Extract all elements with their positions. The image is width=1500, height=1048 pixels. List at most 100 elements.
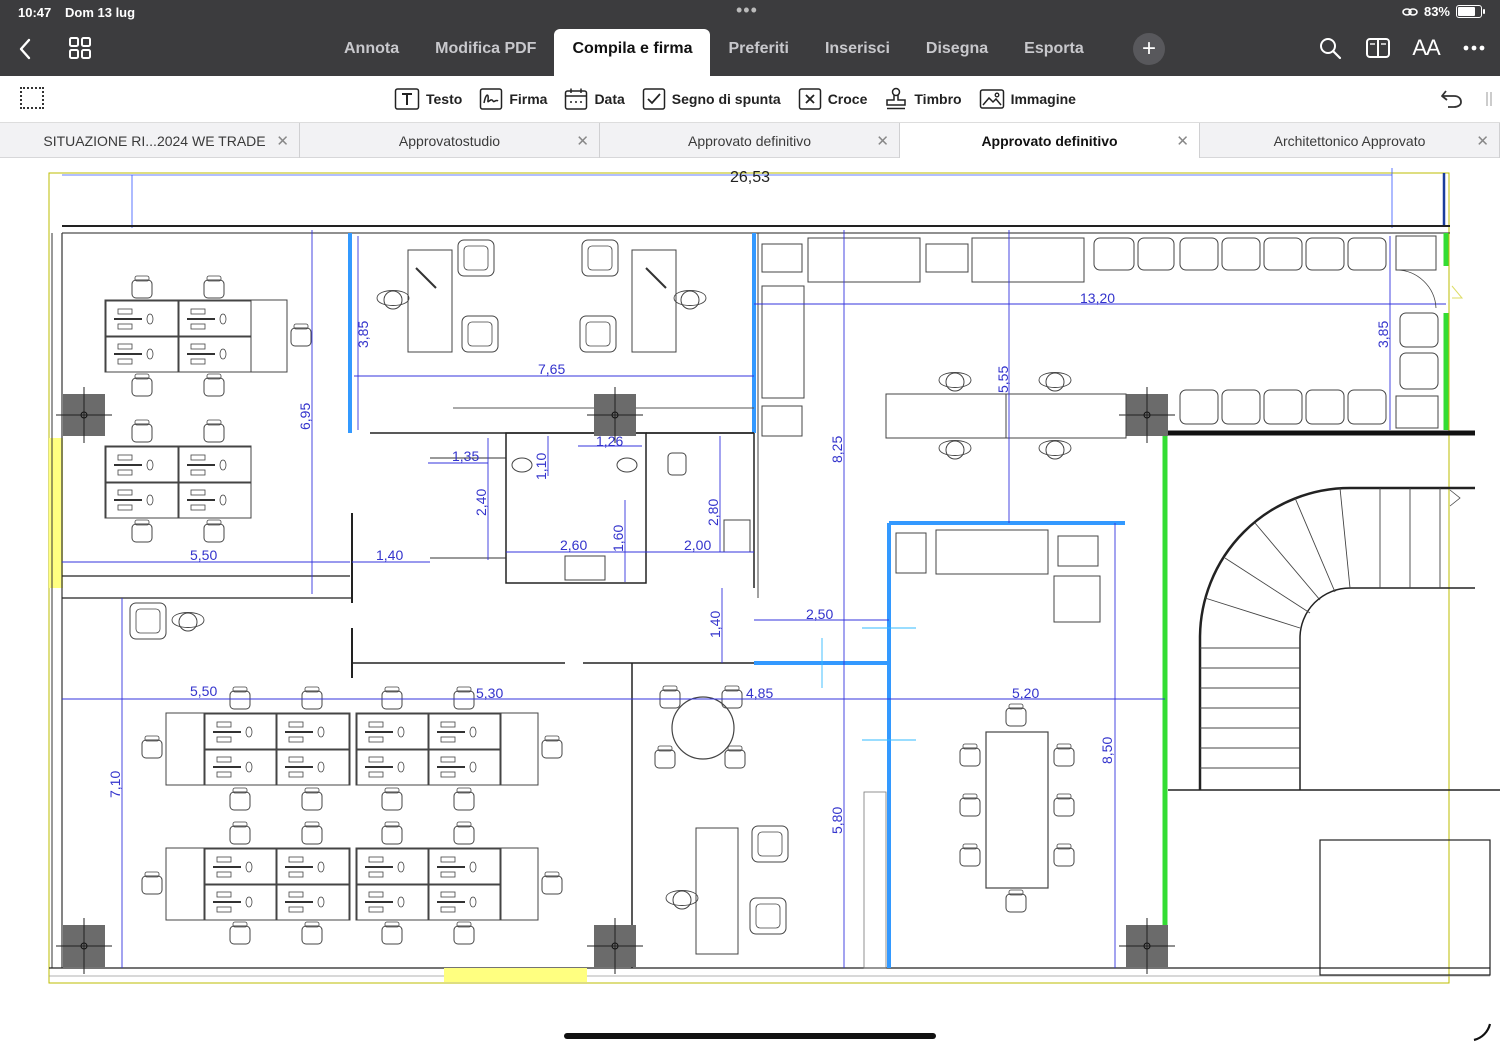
tab-modifica-pdf[interactable]: Modifica PDF [417,29,554,76]
dimension-label: 2,40 [473,489,489,516]
text-size-button[interactable]: AA [1412,34,1440,62]
document-tabs: SITUAZIONE RI...2024 WE TRADE ✕ Approvato… [0,123,1500,158]
book-icon [1366,38,1390,58]
tab-esporta[interactable]: Esporta [1006,29,1102,76]
chevron-left-icon [19,38,31,60]
tab-preferiti[interactable]: Preferiti [710,29,806,76]
tool-timbro[interactable]: Timbro [884,86,962,112]
tool-data[interactable]: Data [564,86,625,112]
dimension-label: 3,85 [355,321,371,348]
tool-label: Croce [827,91,868,107]
doc-tab[interactable]: Architettonico Approvato ✕ [1200,123,1500,158]
dimension-label: 8,25 [829,436,845,463]
close-icon[interactable]: ✕ [1176,132,1189,150]
search-button[interactable] [1316,34,1344,62]
dimension-label: 5,20 [1012,685,1039,701]
battery-icon [1456,5,1485,18]
top-bar: 10:47 Dom 13 lug ••• 83% Annota Modifica… [0,0,1500,76]
tool-label: Segno di spunta [671,91,781,107]
main-tabs: Annota Modifica PDF Compila e firma Pref… [326,29,1102,76]
doc-tab-label: Architettonico Approvato [1273,132,1426,149]
dimension-label: 5,50 [190,683,217,699]
dimension-label: 5,55 [995,366,1011,393]
tab-disegna[interactable]: Disegna [908,29,1006,76]
stamp-icon [886,87,907,110]
dimension-label: 1,10 [533,453,549,480]
floor-plan-drawing: 26,53 13,20 3,85 3,85 7,65 6,95 5,55 8,2… [48,168,1500,984]
selection-icon[interactable] [20,87,44,109]
tool-label: Testo [426,91,463,107]
signature-icon [480,88,503,110]
tool-list: Testo Firma Data Segno di spunta Croce T… [394,86,1076,112]
tool-label: Timbro [914,91,962,107]
battery-percent: 83% [1423,4,1450,19]
tab-inserisci[interactable]: Inserisci [807,29,908,76]
dimension-label: 2,60 [560,537,587,553]
reader-button[interactable] [1364,34,1392,62]
doc-tab[interactable]: SITUAZIONE RI...2024 WE TRADE ✕ [0,123,300,158]
dimension-label: 2,50 [806,606,833,622]
status-right: 83% [1402,4,1485,19]
checkmark-icon [642,88,666,110]
fill-sign-toolbar: Testo Firma Data Segno di spunta Croce T… [0,76,1500,123]
close-icon[interactable]: ✕ [576,132,589,150]
undo-icon [1441,90,1462,108]
home-indicator[interactable] [564,1033,936,1039]
dimension-label: 2,00 [684,537,711,553]
dimension-label: 5,30 [476,685,503,701]
grid-icon [69,37,91,59]
tool-label: Firma [509,91,548,107]
close-icon[interactable]: ✕ [876,132,889,150]
more-button[interactable] [1460,34,1488,62]
doc-tab-label: SITUAZIONE RI...2024 WE TRADE [43,132,266,149]
doc-tab-label: Approvato definitivo [688,132,811,149]
tool-immagine[interactable]: Immagine [979,86,1076,112]
dimension-label: 1,35 [452,448,479,464]
tool-testo[interactable]: Testo [394,86,462,112]
thumbnails-button[interactable] [68,36,92,60]
dimension-label: 26,53 [730,169,770,186]
calendar-icon [565,88,588,110]
link-icon [1402,7,1418,16]
cross-icon [798,88,821,110]
back-button[interactable] [14,36,36,62]
right-icons: AA [1316,34,1488,62]
toolbar-handle[interactable] [1486,92,1492,106]
corner-curve-icon [1473,1023,1492,1042]
doc-tab[interactable]: Approvato definitivo ✕ [600,123,900,158]
doc-tab-label: Approvato definitivo [981,132,1118,149]
more-icon [1463,45,1485,51]
close-icon[interactable]: ✕ [1476,132,1489,150]
dimension-label: 5,50 [190,547,217,563]
dimension-label: 7,65 [538,361,565,377]
tool-label: Data [594,91,625,107]
multitask-dots[interactable]: ••• [736,0,758,21]
dimension-label: 6,95 [297,403,313,430]
text-icon [394,88,420,110]
dimension-label: 3,85 [1375,321,1391,348]
tool-label: Immagine [1010,91,1076,107]
dimension-label: 8,50 [1099,737,1115,764]
dimension-label: 5,80 [829,807,845,834]
undo-button[interactable] [1440,88,1464,115]
dimension-label: 1,40 [376,547,403,563]
dimension-label: 13,20 [1080,290,1115,306]
dimension-label: 1,60 [610,525,626,552]
search-icon [1320,38,1342,60]
tab-annota[interactable]: Annota [326,29,417,76]
close-icon[interactable]: ✕ [276,132,289,150]
tool-croce[interactable]: Croce [798,86,868,112]
tool-firma[interactable]: Firma [479,86,547,112]
dimension-label: 2,80 [705,499,721,526]
text-size-icon: AA [1412,35,1440,60]
tab-compila-e-firma[interactable]: Compila e firma [554,29,711,76]
pdf-page-canvas[interactable]: 26,53 13,20 3,85 3,85 7,65 6,95 5,55 8,2… [0,158,1500,1048]
doc-tab-active[interactable]: Approvato definitivo ✕ [900,123,1200,158]
status-time: 10:47 [18,5,52,20]
add-tab-button[interactable]: + [1133,33,1165,65]
tool-segno-di-spunta[interactable]: Segno di spunta [642,86,781,112]
dimension-label: 1,40 [707,611,723,638]
doc-tab-label: Approvatostudio [398,132,501,149]
doc-tab[interactable]: Approvatostudio ✕ [300,123,600,158]
dimension-label: 1,26 [596,433,623,449]
